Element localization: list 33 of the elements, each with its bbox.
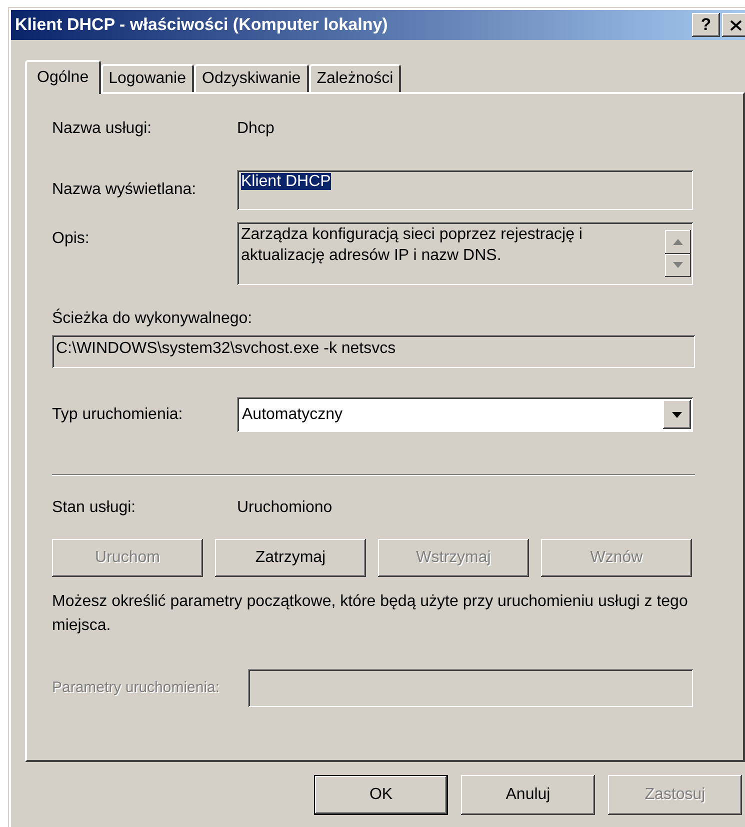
service-control-button[interactable]: Zatrzymaj [215, 539, 366, 577]
field-label: Parametry uruchomienia: [52, 679, 221, 697]
service-name-value: Dhcp [237, 120, 274, 138]
field-label: Opis: [52, 230, 90, 248]
tab[interactable]: Odzyskiwanie [194, 64, 309, 92]
close-button[interactable] [722, 13, 745, 37]
description-field[interactable]: Zarządza konfiguracją sieci poprzez rejestrację i aktualizację adresów IP i nazw DNS. [237, 222, 693, 285]
path-field[interactable]: C:\WINDOWS\system32\svchost.exe -k netsvcs [52, 335, 695, 368]
down-arrow-icon [673, 262, 683, 268]
service-status-value: Uruchomiono [237, 499, 332, 517]
field-label: Typ uruchomienia: [52, 406, 184, 424]
start-parameters-field[interactable] [248, 669, 693, 707]
tab[interactable]: Ogólne [25, 60, 101, 94]
scroll-down-button[interactable] [665, 254, 691, 277]
field-label: Nazwa usługi: [52, 120, 153, 138]
window-title: Klient DHCP - właściwości (Komputer lokalny) [15, 15, 388, 35]
display-name-field[interactable]: Klient DHCP [237, 170, 693, 210]
close-icon [730, 20, 742, 30]
tab[interactable]: Zależności [308, 64, 402, 92]
field-label: Ścieżka do wykonywalnego: [52, 310, 252, 327]
description-text: Zarządza konfiguracją sieci poprzez rejestrację i aktualizację adresów IP i nazw DNS. [241, 225, 584, 266]
dropdown-arrow-icon [672, 412, 682, 418]
tab[interactable]: Logowanie [100, 64, 194, 92]
field-label: Stan usługi: [52, 499, 137, 517]
up-arrow-icon [673, 238, 683, 245]
help-button[interactable]: ? [692, 13, 720, 37]
dialog-button[interactable]: Anuluj [461, 775, 595, 815]
startup-type-dropdown[interactable]: Automatyczny [237, 397, 693, 432]
dialog-button[interactable]: OK [314, 775, 448, 815]
scroll-up-button[interactable] [665, 230, 691, 254]
field-label: Nazwa wyświetlana: [52, 181, 198, 199]
instruction-text: Możesz określić parametry początkowe, które będą użyte przy uruchomieniu usługi z tego miejsca. [52, 592, 689, 636]
display-name-text: Klient DHCP [241, 173, 331, 190]
